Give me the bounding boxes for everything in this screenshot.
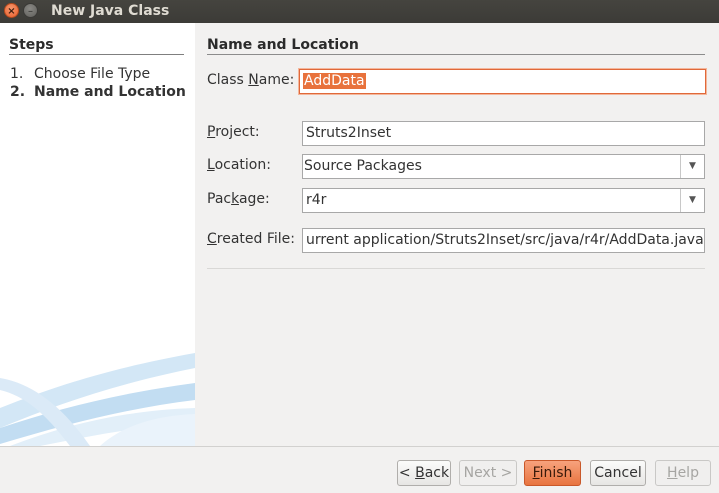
class-name-input[interactable]: AddData	[299, 69, 706, 94]
window-title: New Java Class	[51, 3, 170, 19]
back-button[interactable]: < Back	[397, 460, 451, 486]
package-dropdown[interactable]: r4r ▼	[302, 188, 705, 213]
section-divider	[207, 54, 705, 55]
dropdown-arrow-icon[interactable]: ▼	[680, 189, 704, 212]
step-number: 2.	[10, 84, 26, 100]
cancel-button[interactable]: Cancel	[590, 460, 646, 486]
button-bar: < Back Next > Finish Cancel Help	[0, 446, 719, 493]
package-label: Package:	[207, 191, 270, 207]
package-value: r4r	[306, 192, 327, 208]
location-dropdown[interactable]: Source Packages ▼	[302, 154, 705, 179]
content-divider	[207, 268, 705, 269]
title-bar: × – New Java Class	[0, 0, 719, 23]
class-name-value: AddData	[303, 73, 366, 89]
step-name-and-location: 2. Name and Location	[10, 84, 186, 100]
section-title: Name and Location	[207, 37, 359, 53]
dropdown-arrow-icon[interactable]: ▼	[680, 155, 704, 178]
step-label: Choose File Type	[34, 66, 151, 82]
name-and-location-panel: Name and Location Class Name: AddData Pr…	[195, 23, 719, 446]
steps-divider	[9, 54, 184, 55]
help-button[interactable]: Help	[655, 460, 711, 486]
location-value: Source Packages	[304, 158, 422, 174]
location-label: Location:	[207, 157, 271, 173]
project-label: Project:	[207, 124, 260, 140]
step-label: Name and Location	[34, 84, 186, 100]
wizard-decoration-graphic	[0, 353, 195, 446]
steps-panel: Steps 1. Choose File Type 2. Name and Loca…	[0, 23, 195, 446]
project-field[interactable]: Struts2Inset	[302, 121, 705, 146]
new-java-class-dialog: × – New Java Class Steps 1. Choose File T…	[0, 0, 719, 493]
close-window-icon[interactable]: ×	[4, 3, 19, 18]
created-file-field[interactable]: urrent application/Struts2Inset/src/java…	[302, 228, 705, 253]
step-number: 1.	[10, 66, 24, 82]
class-name-label: Class Name:	[207, 72, 295, 88]
next-button[interactable]: Next >	[459, 460, 517, 486]
created-file-value: urrent application/Struts2Inset/src/java…	[306, 232, 704, 248]
steps-heading: Steps	[9, 37, 54, 53]
created-file-label: Created File:	[207, 231, 296, 247]
project-value: Struts2Inset	[306, 125, 392, 141]
minimize-window-icon[interactable]: –	[23, 3, 38, 18]
step-choose-file-type: 1. Choose File Type	[10, 66, 150, 82]
finish-button[interactable]: Finish	[524, 460, 581, 486]
